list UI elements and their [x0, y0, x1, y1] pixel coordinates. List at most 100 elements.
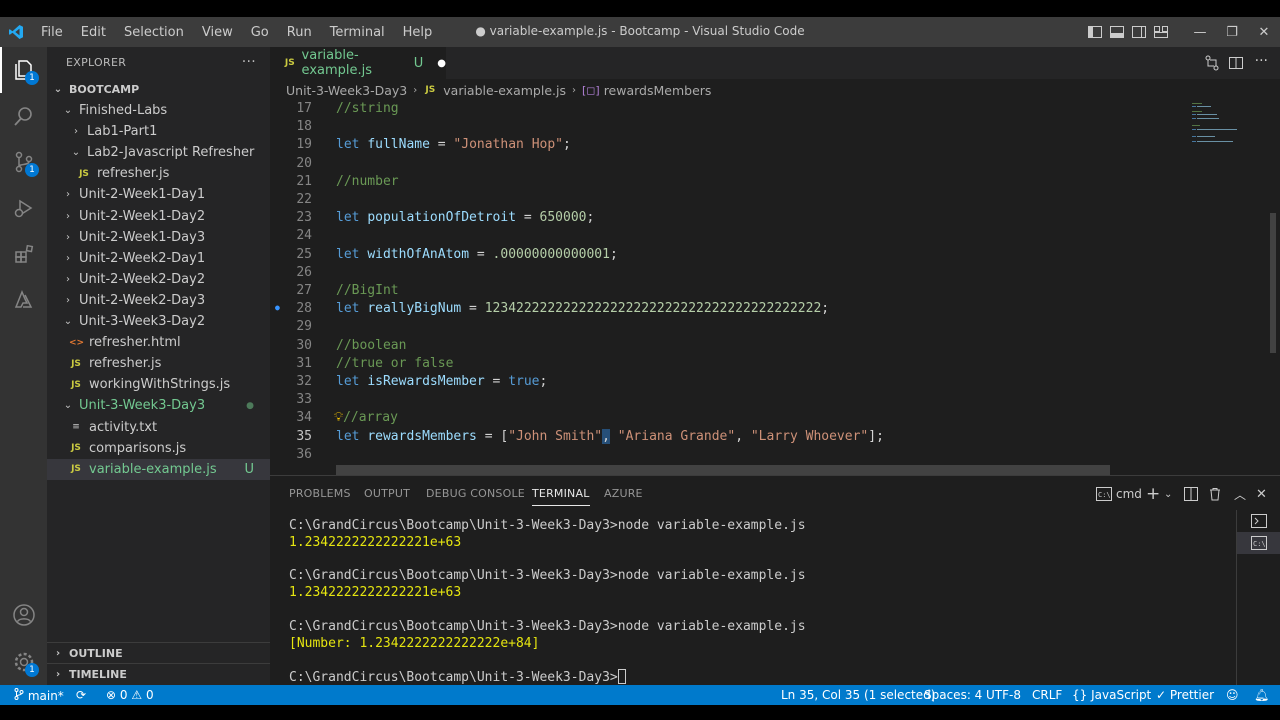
- indentation[interactable]: Spaces: 4: [924, 688, 982, 702]
- close-window-button[interactable]: ✕: [1248, 17, 1280, 47]
- menu-item-edit[interactable]: Edit: [72, 25, 115, 40]
- azure-icon[interactable]: [0, 277, 47, 323]
- split-editor-icon[interactable]: [1228, 55, 1244, 75]
- menu-item-run[interactable]: Run: [278, 25, 321, 40]
- line-ending[interactable]: CRLF: [1032, 688, 1062, 702]
- explorer-more-actions[interactable]: ···: [242, 54, 256, 70]
- line-number: 22: [296, 192, 312, 207]
- tab-terminal[interactable]: TERMINAL: [532, 487, 590, 506]
- notifications-bell-icon[interactable]: 🔔︎: [1254, 688, 1269, 702]
- manage-gear-icon[interactable]: 1: [0, 639, 47, 685]
- cursor-position[interactable]: Ln 35, Col 35 (1 selected): [781, 688, 935, 702]
- chevron-right-icon: ›: [66, 210, 70, 222]
- open-changes-icon[interactable]: [1204, 55, 1220, 75]
- tree-item-6[interactable]: › Unit-2-Week1-Day3: [47, 227, 270, 248]
- new-terminal-plus-icon[interactable]: +: [1146, 484, 1160, 504]
- tree-item-12[interactable]: JS refresher.js: [47, 353, 270, 374]
- branch-indicator[interactable]: main*: [14, 688, 64, 703]
- tree-item-1[interactable]: › Lab1-Part1: [47, 121, 270, 142]
- explorer-icon[interactable]: 1: [0, 47, 47, 93]
- kill-terminal-trash-icon[interactable]: [1208, 484, 1222, 504]
- terminal-output[interactable]: C:\GrandCircus\Bootcamp\Unit-3-Week3-Day…: [289, 518, 1229, 686]
- menu-item-view[interactable]: View: [193, 25, 242, 40]
- tree-item-11[interactable]: <> refresher.html: [47, 332, 270, 353]
- tree-item-4[interactable]: › Unit-2-Week1-Day1: [47, 184, 270, 205]
- code-line[interactable]: let isRewardsMember = true;: [336, 374, 547, 389]
- tab-output[interactable]: OUTPUT: [364, 487, 410, 500]
- source-control-icon[interactable]: 1: [0, 139, 47, 185]
- toggle-panel-icon[interactable]: [1106, 17, 1128, 47]
- feedback-person-icon[interactable]: ☺: [1226, 688, 1239, 702]
- tree-item-10[interactable]: ⌄ Unit-3-Week3-Day2: [47, 311, 270, 332]
- menu-item-terminal[interactable]: Terminal: [321, 25, 394, 40]
- tree-item-16[interactable]: JS comparisons.js: [47, 438, 270, 459]
- tree-item-5[interactable]: › Unit-2-Week1-Day2: [47, 206, 270, 227]
- tree-item-0[interactable]: ⌄ Finished-Labs: [47, 100, 270, 121]
- code-line[interactable]: let rewardsMembers = ["John Smith", "Ari…: [336, 428, 884, 444]
- tab-debug-console[interactable]: DEBUG CONSOLE: [426, 487, 525, 500]
- lightbulb-icon[interactable]: 💡︎: [334, 410, 343, 425]
- encoding[interactable]: UTF-8: [986, 688, 1021, 702]
- code-line[interactable]: //true or false: [336, 356, 453, 371]
- menu-item-selection[interactable]: Selection: [115, 25, 193, 40]
- tab-azure[interactable]: AZURE: [604, 487, 643, 500]
- breadcrumb-folder[interactable]: Unit-3-Week3-Day3: [286, 83, 407, 98]
- timeline-section[interactable]: › TIMELINE: [47, 663, 270, 685]
- breadcrumb-symbol[interactable]: rewardsMembers: [604, 83, 712, 98]
- toggle-sidebar-icon[interactable]: [1084, 17, 1106, 47]
- search-icon[interactable]: [0, 93, 47, 139]
- tab-variable-example[interactable]: JS variable-example.js U ●: [270, 47, 446, 79]
- menu-item-file[interactable]: File: [32, 25, 72, 40]
- problems-indicator[interactable]: ⊗ 0 ⚠ 0: [106, 688, 154, 702]
- code-line[interactable]: //string: [336, 101, 399, 116]
- workspace-root[interactable]: ⌄ BOOTCAMP: [47, 79, 270, 100]
- tree-item-15[interactable]: ≡ activity.txt: [47, 417, 270, 438]
- editor-more-icon[interactable]: ···: [1255, 53, 1268, 69]
- tree-item-2[interactable]: ⌄ Lab2-Javascript Refresher: [47, 142, 270, 163]
- unsaved-dot-icon[interactable]: ●: [437, 58, 446, 69]
- code-line[interactable]: //boolean: [336, 338, 406, 353]
- menu-item-help[interactable]: Help: [394, 25, 442, 40]
- split-terminal-icon[interactable]: [1184, 484, 1198, 504]
- code-line[interactable]: //number: [336, 174, 399, 189]
- minimap[interactable]: [1188, 101, 1266, 475]
- terminal-dropdown-chevron-icon[interactable]: ⌄: [1164, 484, 1172, 504]
- code-line[interactable]: let widthOfAnAtom = .00000000000001;: [336, 247, 618, 262]
- tree-item-14[interactable]: ⌄ Unit-3-Week3-Day3 ●: [47, 395, 270, 416]
- tree-item-7[interactable]: › Unit-2-Week2-Day1: [47, 248, 270, 269]
- editor-scroll-thumb[interactable]: [1270, 213, 1276, 353]
- maximize-panel-chevron-up-icon[interactable]: ︿: [1234, 484, 1246, 504]
- accounts-icon[interactable]: [0, 592, 47, 638]
- run-debug-icon[interactable]: [0, 185, 47, 231]
- code-line[interactable]: let reallyBigNum = 123422222222222222222…: [336, 301, 829, 316]
- language-mode[interactable]: {} JavaScript: [1072, 688, 1151, 702]
- tree-item-17[interactable]: JS variable-example.js U: [47, 458, 270, 480]
- editor-horizontal-scrollbar[interactable]: [336, 465, 1110, 475]
- editor-vertical-scrollbar[interactable]: [1266, 101, 1280, 475]
- close-panel-icon[interactable]: ✕: [1256, 484, 1267, 504]
- terminal-shell-selector[interactable]: C:\ cmd: [1096, 484, 1142, 504]
- terminal-instance-node-icon[interactable]: [1251, 514, 1267, 532]
- sync-icon[interactable]: ⟳: [76, 688, 86, 702]
- code-line[interactable]: //BigInt: [336, 283, 399, 298]
- outline-section[interactable]: › OUTLINE: [47, 642, 270, 664]
- code-line[interactable]: let populationOfDetroit = 650000;: [336, 210, 594, 225]
- breadcrumb-file[interactable]: variable-example.js: [443, 83, 566, 98]
- tree-item-3[interactable]: JS refresher.js: [47, 163, 270, 184]
- prettier-status[interactable]: ✓ Prettier: [1156, 688, 1214, 702]
- menu-item-go[interactable]: Go: [242, 25, 278, 40]
- tree-item-8[interactable]: › Unit-2-Week2-Day2: [47, 269, 270, 290]
- code-line[interactable]: let fullName = "Jonathan Hop";: [336, 137, 571, 152]
- tab-problems[interactable]: PROBLEMS: [289, 487, 351, 500]
- toggle-secondary-sidebar-icon[interactable]: [1128, 17, 1150, 47]
- minimize-button[interactable]: —: [1184, 17, 1216, 47]
- tree-item-9[interactable]: › Unit-2-Week2-Day3: [47, 290, 270, 311]
- extensions-icon[interactable]: [0, 231, 47, 277]
- restore-button[interactable]: ❐: [1216, 17, 1248, 47]
- customize-layout-icon[interactable]: [1150, 17, 1172, 47]
- info-gutter-icon[interactable]: ●: [275, 303, 280, 312]
- code-editor[interactable]: 17 //string 18 19 let fullName = "Jonathan H…: [270, 101, 1188, 475]
- terminal-instance-cmd[interactable]: C:\: [1237, 532, 1280, 554]
- code-line[interactable]: 💡︎//array: [334, 410, 398, 425]
- tree-item-13[interactable]: JS workingWithStrings.js: [47, 374, 270, 395]
